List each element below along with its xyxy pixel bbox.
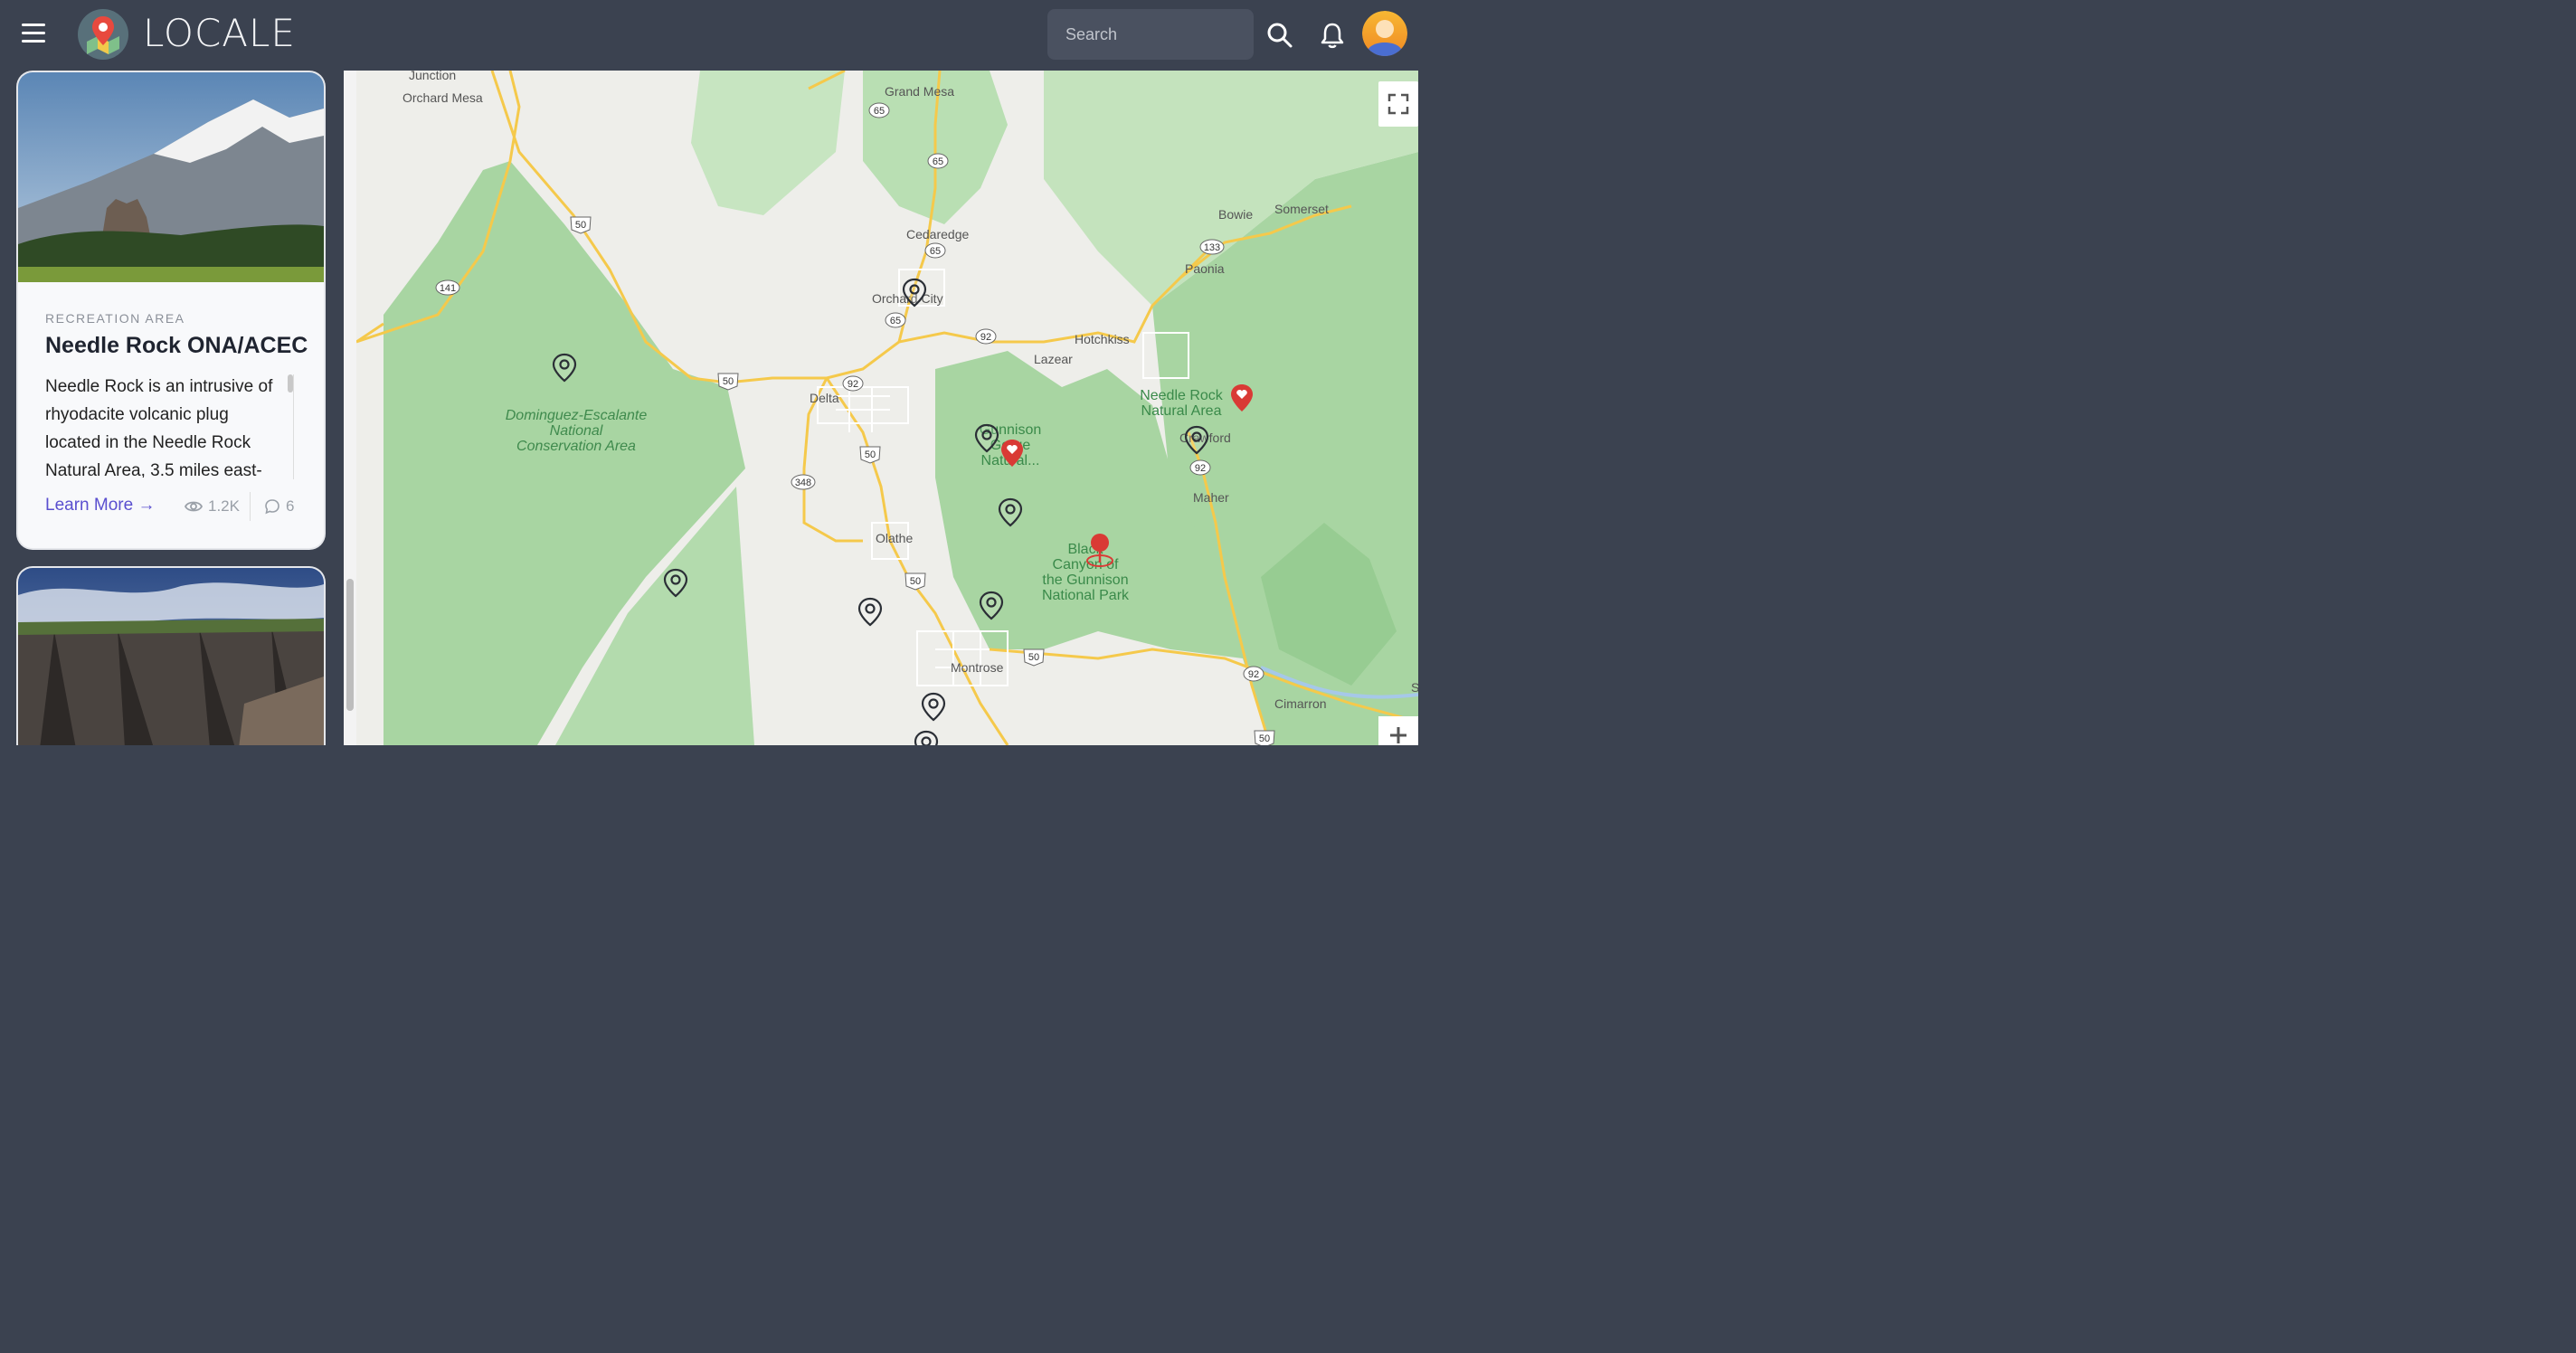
- svg-text:348: 348: [795, 478, 811, 488]
- route-shield-50: 50: [1023, 648, 1045, 667]
- sidebar-scrollbar-thumb[interactable]: [346, 579, 354, 711]
- svg-text:141: 141: [440, 283, 456, 294]
- place-label: Bowie: [1218, 207, 1253, 222]
- park-label: the Gunnison: [1042, 572, 1128, 588]
- views-value: 1.2K: [208, 497, 240, 515]
- menu-icon[interactable]: [22, 24, 45, 47]
- place-label: Grand Mesa: [885, 84, 954, 99]
- svg-text:50: 50: [1028, 652, 1039, 663]
- route-shield-50: 50: [1254, 730, 1275, 745]
- route-shield-65: 65: [885, 312, 906, 328]
- svg-text:92: 92: [848, 379, 858, 390]
- place-label: Delta: [810, 391, 839, 405]
- route-shield-50: 50: [904, 572, 926, 591]
- svg-text:65: 65: [930, 246, 941, 257]
- svg-text:133: 133: [1204, 242, 1220, 253]
- fullscreen-icon: [1387, 93, 1409, 115]
- place-label: Maher: [1193, 490, 1229, 505]
- comments-count: 6: [264, 497, 294, 516]
- place-label: Junction: [409, 71, 456, 82]
- plus-icon: [1390, 727, 1406, 743]
- place-label: Lazear: [1034, 352, 1073, 366]
- svg-text:92: 92: [980, 332, 991, 343]
- views-count: 1.2K: [185, 497, 240, 516]
- place-label: S: [1411, 680, 1418, 695]
- search-input[interactable]: [1047, 9, 1254, 60]
- card-image: [18, 72, 324, 282]
- route-shield-50: 50: [717, 373, 739, 391]
- place-label: Cedaredge: [906, 227, 969, 241]
- place-label: Paonia: [1185, 261, 1225, 276]
- route-shield-92: 92: [975, 328, 997, 345]
- route-shield-92: 92: [842, 375, 864, 392]
- comment-icon: [265, 499, 279, 515]
- route-shield-65: 65: [868, 102, 890, 118]
- card-description: Needle Rock is an intrusive of rhyodacit…: [45, 377, 273, 478]
- park-label: Conservation Area: [516, 439, 636, 454]
- map-view[interactable]: 65 65 65 65 50 50 50 50 50 50 141 92 92 …: [356, 71, 1418, 745]
- svg-text:50: 50: [575, 220, 586, 231]
- place-label: Olathe: [876, 531, 913, 545]
- place-card[interactable]: RECREATION AREA Needle Rock ONA/ACEC Nee…: [18, 72, 324, 548]
- card-category: RECREATION AREA: [45, 311, 185, 326]
- route-shield-65: 65: [924, 242, 946, 259]
- route-shield-92: 92: [1189, 459, 1211, 476]
- svg-text:92: 92: [1248, 669, 1259, 680]
- place-label: Orchard Mesa: [402, 90, 483, 105]
- description-scrollbar[interactable]: [286, 374, 294, 479]
- learn-more-link[interactable]: Learn More →: [45, 496, 155, 516]
- svg-text:65: 65: [874, 106, 885, 117]
- eye-icon: [185, 501, 203, 512]
- route-shield-65: 65: [927, 153, 949, 169]
- park-label: Dominguez-Escalante: [506, 408, 648, 423]
- map-marker-icon[interactable]: [914, 730, 939, 745]
- route-shield-348: 348: [791, 474, 816, 490]
- comments-value: 6: [286, 497, 295, 515]
- place-label: Montrose: [951, 660, 1004, 675]
- route-shield-50: 50: [859, 446, 881, 464]
- svg-text:65: 65: [890, 316, 901, 326]
- svg-text:50: 50: [865, 449, 876, 460]
- park-label: Needle Rock: [1140, 388, 1224, 403]
- card-title[interactable]: Needle Rock ONA/ACEC: [45, 333, 308, 359]
- place-label: Cimarron: [1274, 696, 1327, 711]
- svg-text:50: 50: [910, 576, 921, 587]
- meta-divider: [250, 492, 251, 521]
- place-label: Somerset: [1274, 202, 1329, 216]
- fullscreen-button[interactable]: [1378, 81, 1418, 127]
- brand-name[interactable]: LOCALE: [143, 11, 296, 55]
- arrow-right-icon: →: [137, 496, 156, 515]
- svg-text:65: 65: [933, 156, 943, 167]
- top-navigation-bar: LOCALE: [0, 0, 1418, 71]
- svg-text:92: 92: [1195, 463, 1206, 474]
- card-image: [18, 568, 324, 745]
- zoom-in-button[interactable]: [1378, 716, 1418, 745]
- place-label: Hotchkiss: [1075, 332, 1130, 346]
- svg-text:50: 50: [1259, 733, 1270, 744]
- park-label: Natural Area: [1141, 403, 1222, 419]
- park-label: National: [550, 423, 603, 439]
- learn-more-label: Learn More: [45, 496, 134, 515]
- search-icon[interactable]: [1264, 20, 1295, 51]
- svg-text:50: 50: [723, 376, 734, 387]
- results-sidebar: RECREATION AREA Needle Rock ONA/ACEC Nee…: [0, 71, 344, 745]
- route-shield-133: 133: [1199, 239, 1225, 255]
- route-shield-141: 141: [435, 279, 460, 296]
- avatar[interactable]: [1362, 11, 1407, 56]
- map-canvas[interactable]: 65 65 65 65 50 50 50 50 50 50 141 92 92 …: [356, 71, 1418, 745]
- route-shield-92: 92: [1243, 666, 1264, 682]
- park-label: National Park: [1042, 588, 1130, 603]
- logo-map-icon[interactable]: [78, 9, 128, 60]
- route-shield-50: 50: [570, 216, 592, 234]
- bell-icon[interactable]: [1317, 20, 1348, 51]
- card-body: RECREATION AREA Needle Rock ONA/ACEC Nee…: [18, 282, 324, 548]
- place-card[interactable]: [18, 568, 324, 745]
